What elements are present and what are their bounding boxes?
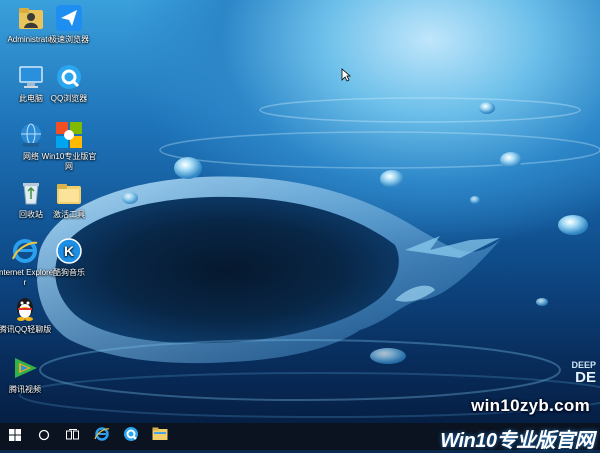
desktop-icon-qq[interactable]: 腾讯QQ轻聊版 — [0, 294, 54, 335]
paper-plane-icon — [55, 4, 83, 32]
desktop-icon-browser[interactable]: 极速浏览器 — [40, 4, 98, 45]
task-view-icon — [65, 428, 80, 446]
taskbar-brand-watermark: Win10专业版官网 — [440, 430, 594, 452]
folder-icon — [55, 179, 83, 207]
desktop-icon-win10-site[interactable]: Win10专业版官网 — [40, 121, 98, 172]
desktop-icon-qq-browser[interactable]: QQ浏览器 — [40, 63, 98, 104]
qq-penguin-icon — [11, 294, 39, 322]
tencent-video-icon — [11, 354, 39, 382]
desktop-icon-activation-tool[interactable]: 激活工具 — [40, 179, 98, 220]
qq-browser-icon — [123, 426, 139, 447]
svg-text:K: K — [64, 243, 74, 259]
taskbar: Win10专业版官网 — [0, 423, 600, 452]
file-explorer-icon — [152, 427, 168, 446]
taskbar-file-explorer[interactable] — [145, 423, 174, 450]
mouse-cursor-icon — [341, 68, 352, 87]
taskbar-qq-browser[interactable] — [116, 423, 145, 450]
site-watermark: win10zyb.com — [471, 396, 590, 415]
desktop-icon-tencent-video[interactable]: 腾讯视频 — [0, 354, 54, 395]
internet-explorer-icon — [11, 237, 39, 265]
internet-explorer-icon — [93, 426, 110, 447]
kugou-music-icon: K — [55, 237, 83, 265]
desktop-icon-kugou[interactable]: K 酷狗音乐 — [40, 237, 98, 278]
taskbar-internet-explorer[interactable] — [87, 423, 116, 450]
start-button[interactable] — [0, 423, 29, 450]
cortana-button[interactable] — [29, 423, 58, 450]
qq-browser-icon — [55, 63, 83, 91]
start-windows-icon — [8, 428, 21, 446]
win10-logo-icon — [55, 121, 83, 149]
cortana-search-icon — [38, 428, 50, 446]
task-view-button[interactable] — [58, 423, 87, 450]
deep-brand-logo: DEEP DE — [571, 360, 596, 386]
